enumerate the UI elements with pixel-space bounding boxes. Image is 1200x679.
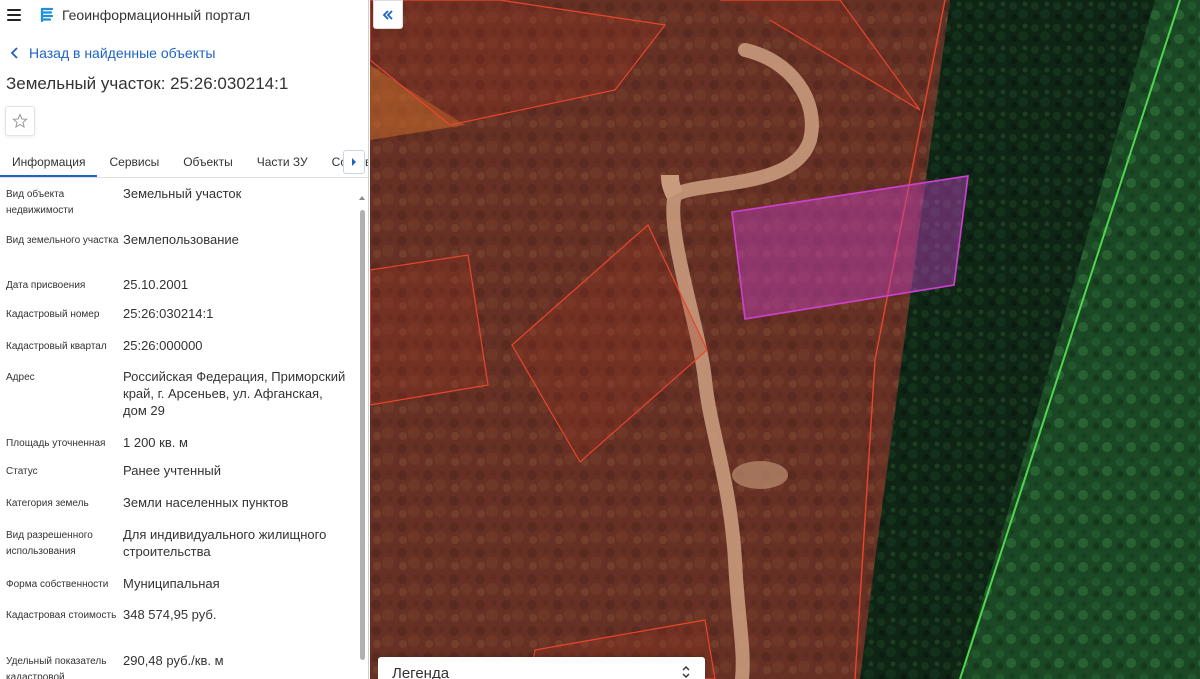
- info-row: Статус Ранее учтенный: [0, 459, 356, 491]
- info-row: Вид земельного участка Землепользование: [0, 228, 356, 273]
- info-label: Дата присвоения: [6, 280, 86, 291]
- info-row: Адрес Российская Федерация, Приморский к…: [0, 365, 356, 431]
- info-value: 25.10.2001: [123, 277, 189, 292]
- expand-collapse-icon[interactable]: [681, 665, 691, 679]
- info-tabs: Информация Сервисы Объекты Части ЗУ Сост…: [0, 149, 368, 178]
- info-value: Земельный участок: [123, 186, 242, 201]
- info-label: Вид разрешенного использования: [6, 530, 93, 557]
- info-list: Вид объекта недвижимости Земельный участ…: [0, 182, 356, 679]
- info-row: Категория земель Земли населенных пункто…: [0, 491, 356, 523]
- satellite-map[interactable]: [370, 0, 1200, 679]
- chevron-left-icon: [10, 47, 18, 59]
- object-info-panel: Геоинформационный портал Назад в найденн…: [0, 0, 369, 679]
- info-label: Вид земельного участка: [6, 235, 119, 246]
- info-value: 25:26:030214:1: [123, 306, 214, 321]
- info-row: Вид объекта недвижимости Земельный участ…: [0, 182, 356, 228]
- info-value: Для индивидуального жилищного строительс…: [123, 527, 327, 559]
- star-icon: [12, 113, 28, 129]
- info-row: Форма собственности Муниципальная: [0, 572, 356, 603]
- info-row: Площадь уточненная 1 200 кв. м: [0, 431, 356, 459]
- info-label: Статус: [6, 466, 38, 477]
- road-fork: [661, 174, 684, 200]
- page-title: Земельный участок: 25:26:030214:1: [6, 74, 289, 93]
- scroll-thumb[interactable]: [360, 210, 365, 660]
- map-view[interactable]: [370, 0, 1200, 679]
- tab-parts[interactable]: Части ЗУ: [245, 149, 320, 177]
- info-label: Кадастровый номер: [6, 309, 100, 320]
- info-value: Российская Федерация, Приморский край, г…: [123, 369, 346, 418]
- tab-services[interactable]: Сервисы: [97, 149, 171, 177]
- info-scrollbar[interactable]: [358, 196, 367, 679]
- info-label: Категория земель: [6, 498, 89, 509]
- info-label: Адрес: [6, 372, 35, 383]
- info-label: Кадастровая стоимость: [6, 610, 117, 621]
- info-label: Удельный показатель кадастровой: [6, 656, 107, 679]
- info-row: Кадастровый квартал 25:26:000000: [0, 334, 356, 365]
- menu-icon[interactable]: [7, 9, 21, 21]
- info-label: Форма собственности: [6, 579, 109, 590]
- collapse-panel-button[interactable]: [373, 0, 403, 29]
- info-value: 25:26:000000: [123, 338, 203, 353]
- portal-logo-icon: [40, 7, 54, 23]
- back-link-label: Назад в найденные объекты: [29, 45, 216, 61]
- clearing: [732, 461, 788, 489]
- caret-right-icon: [352, 158, 356, 166]
- favorite-button[interactable]: [5, 106, 35, 136]
- legend-title: Легенда: [392, 665, 450, 679]
- back-to-results-link[interactable]: Назад в найденные объекты: [0, 45, 368, 61]
- legend-panel[interactable]: Легенда: [378, 657, 705, 679]
- top-bar: Геоинформационный портал: [0, 0, 368, 30]
- info-row: Удельный показатель кадастровой 290,48 р…: [0, 649, 356, 679]
- info-value: Муниципальная: [123, 576, 220, 591]
- tab-objects[interactable]: Объекты: [171, 149, 245, 177]
- info-row: Вид разрешенного использования Для индив…: [0, 523, 356, 572]
- info-label: Вид объекта недвижимости: [6, 189, 74, 216]
- scroll-up-arrow-icon[interactable]: [359, 196, 365, 200]
- info-row: Кадастровая стоимость 348 574,95 руб.: [0, 603, 356, 649]
- info-value: Землепользование: [123, 232, 239, 247]
- parcel-outline[interactable]: [370, 254, 489, 406]
- info-label: Площадь уточненная: [6, 438, 106, 449]
- tabs-scroll-right-button[interactable]: [343, 150, 365, 174]
- info-value: 348 574,95 руб.: [123, 607, 217, 622]
- info-row: Кадастровый номер 25:26:030214:1: [0, 302, 356, 334]
- info-label: Кадастровый квартал: [6, 341, 107, 352]
- info-value: 290,48 руб./кв. м: [123, 653, 224, 668]
- app-title: Геоинформационный портал: [62, 7, 251, 23]
- double-chevron-left-icon: [382, 9, 393, 20]
- info-value: Ранее учтенный: [123, 463, 221, 478]
- info-row: Дата присвоения 25.10.2001: [0, 273, 356, 302]
- info-value: Земли населенных пунктов: [123, 495, 289, 510]
- tab-info[interactable]: Информация: [0, 149, 98, 177]
- info-value: 1 200 кв. м: [123, 435, 188, 450]
